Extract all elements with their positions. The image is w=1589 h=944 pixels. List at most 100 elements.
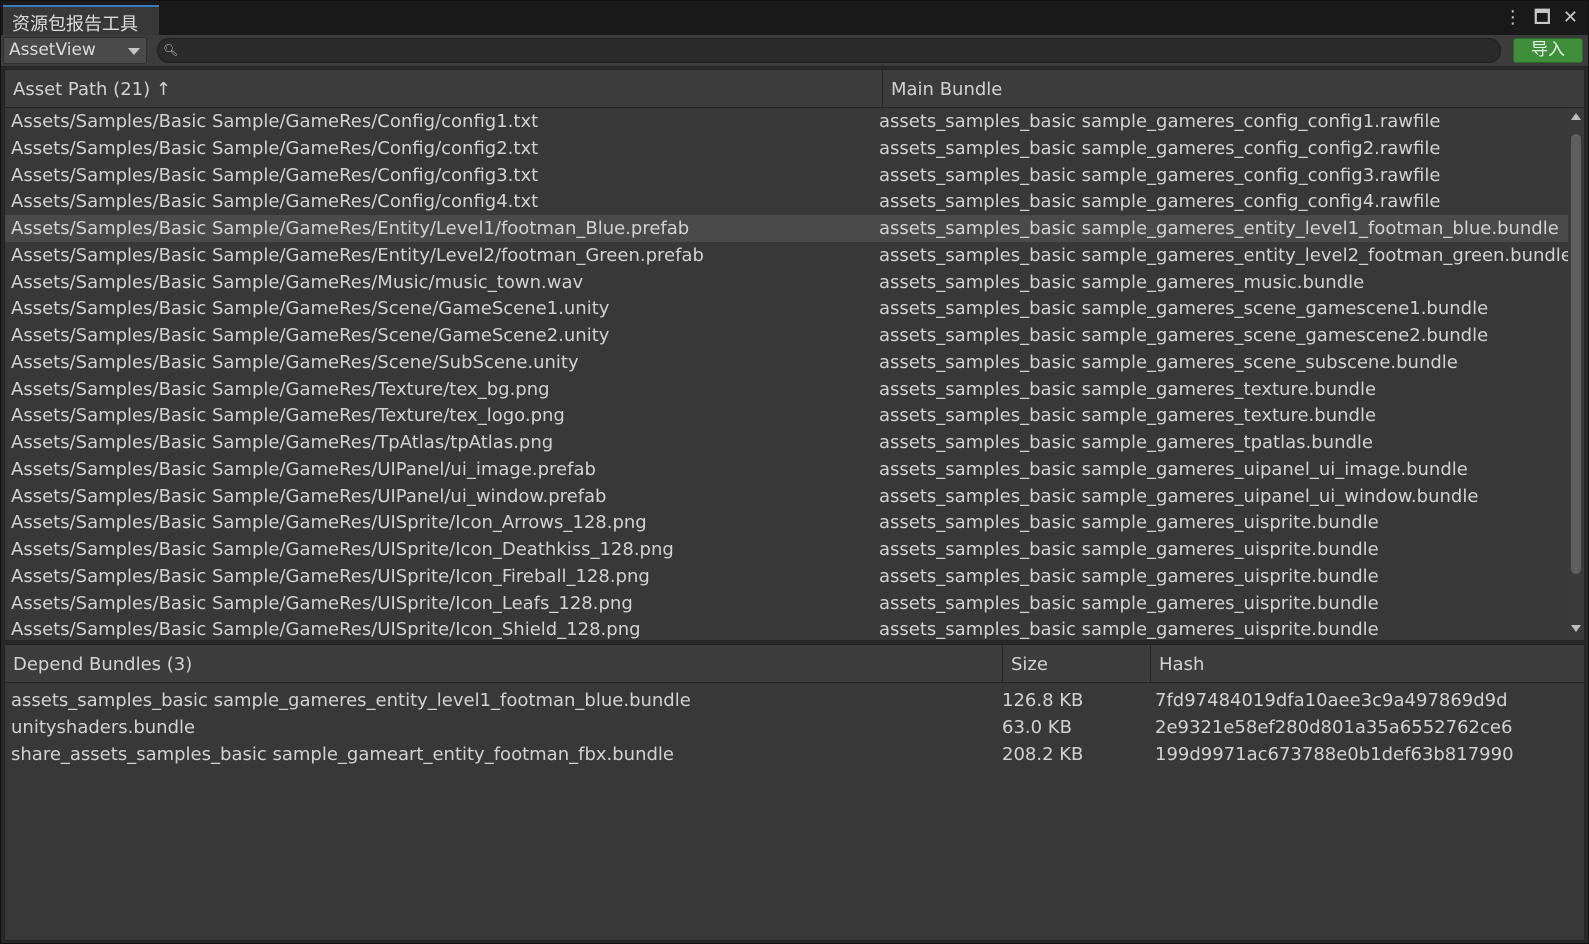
asset-row[interactable]: Assets/Samples/Basic Sample/GameRes/Enti… <box>5 242 1571 269</box>
asset-path-cell: Assets/Samples/Basic Sample/GameRes/UISp… <box>11 592 633 614</box>
depend-bundle-cell: unityshaders.bundle <box>11 716 196 738</box>
title-bar: 资源包报告工具 ⋮ 🗖 ✕ <box>1 1 1588 35</box>
scroll-up-arrow-icon[interactable] <box>1571 113 1581 120</box>
asset-path-cell: Assets/Samples/Basic Sample/GameRes/Musi… <box>11 271 584 293</box>
asset-row[interactable]: Assets/Samples/Basic Sample/GameRes/UIPa… <box>5 456 1571 483</box>
scroll-down-arrow-icon[interactable] <box>1571 625 1581 632</box>
asset-row[interactable]: Assets/Samples/Basic Sample/GameRes/Scen… <box>5 349 1571 376</box>
view-mode-value: AssetView <box>9 40 96 60</box>
main-bundle-cell: assets_samples_basic sample_gameres_musi… <box>879 271 1365 293</box>
depend-row[interactable]: unityshaders.bundle 63.0 KB 2e9321e58ef280… <box>5 714 1584 741</box>
main-bundle-cell: assets_samples_basic sample_gameres_conf… <box>879 111 1441 132</box>
main-bundle-cell: assets_samples_basic sample_gameres_conf… <box>879 191 1441 213</box>
asset-row[interactable]: Assets/Samples/Basic Sample/GameRes/Conf… <box>5 135 1571 162</box>
view-mode-dropdown[interactable]: AssetView <box>3 37 147 64</box>
main-bundle-cell: assets_samples_basic sample_gameres_scen… <box>879 351 1458 373</box>
size-cell: 208.2 KB <box>1002 743 1084 765</box>
asset-row[interactable]: Assets/Samples/Basic Sample/GameRes/UISp… <box>5 563 1571 590</box>
column-header-hash[interactable]: Hash <box>1151 645 1586 682</box>
size-cell: 126.8 KB <box>1002 690 1084 711</box>
hash-cell: 7fd97484019dfa10aee3c9a497869d9d <box>1155 690 1508 711</box>
window-tab[interactable]: 资源包报告工具 <box>3 5 159 35</box>
column-header-main-bundle[interactable]: Main Bundle <box>883 70 1586 107</box>
maximize-icon[interactable]: 🗖 <box>1534 8 1551 28</box>
asset-row[interactable]: Assets/Samples/Basic Sample/GameRes/Musi… <box>5 269 1571 296</box>
window-tab-title: 资源包报告工具 <box>12 14 138 35</box>
main-bundle-cell: assets_samples_basic sample_gameres_uisp… <box>879 512 1379 534</box>
close-icon[interactable]: ✕ <box>1563 8 1578 28</box>
column-header-size[interactable]: Size <box>1003 645 1151 682</box>
asset-path-cell: Assets/Samples/Basic Sample/GameRes/Conf… <box>11 137 539 159</box>
asset-row[interactable]: Assets/Samples/Basic Sample/GameRes/Conf… <box>5 188 1571 215</box>
asset-path-cell: Assets/Samples/Basic Sample/GameRes/UIPa… <box>11 485 607 507</box>
import-button[interactable]: 导入 <box>1513 38 1583 63</box>
main-bundle-cell: assets_samples_basic sample_gameres_conf… <box>879 164 1441 186</box>
search-field[interactable]: 🔍︎ <box>157 38 1501 63</box>
asset-path-cell: Assets/Samples/Basic Sample/GameRes/UISp… <box>11 512 647 534</box>
depend-bundles-table: Depend Bundles (3) Size Hash assets_samp… <box>4 644 1585 941</box>
asset-row[interactable]: Assets/Samples/Basic Sample/GameRes/UISp… <box>5 536 1571 563</box>
main-bundle-cell: assets_samples_basic sample_gameres_text… <box>879 405 1377 427</box>
depend-row[interactable]: assets_samples_basic sample_gameres_enti… <box>5 687 1584 714</box>
main-bundle-cell: assets_samples_basic sample_gameres_enti… <box>879 218 1559 239</box>
asset-path-cell: Assets/Samples/Basic Sample/GameRes/Text… <box>11 378 550 400</box>
asset-row[interactable]: Assets/Samples/Basic Sample/GameRes/Conf… <box>5 162 1571 189</box>
asset-path-cell: Assets/Samples/Basic Sample/GameRes/Conf… <box>11 164 539 186</box>
asset-path-cell: Assets/Samples/Basic Sample/GameRes/UISp… <box>11 539 674 560</box>
asset-row[interactable]: Assets/Samples/Basic Sample/GameRes/Scen… <box>5 322 1571 349</box>
asset-path-cell: Assets/Samples/Basic Sample/GameRes/Scen… <box>11 298 610 320</box>
asset-table: Asset Path (21) ↑ Main Bundle Assets/Sam… <box>4 69 1585 641</box>
more-options-icon[interactable]: ⋮ <box>1504 8 1522 28</box>
asset-row[interactable]: Assets/Samples/Basic Sample/GameRes/UISp… <box>5 509 1571 536</box>
asset-table-scrollbar[interactable] <box>1568 108 1584 640</box>
asset-path-cell: Assets/Samples/Basic Sample/GameRes/Enti… <box>11 218 690 239</box>
column-header-depend-bundles[interactable]: Depend Bundles (3) <box>5 645 1003 682</box>
depend-bundle-cell: share_assets_samples_basic sample_gamear… <box>11 743 674 765</box>
main-bundle-cell: assets_samples_basic sample_gameres_conf… <box>879 137 1441 159</box>
depend-table-header: Depend Bundles (3) Size Hash <box>5 645 1584 683</box>
asset-path-cell: Assets/Samples/Basic Sample/GameRes/UISp… <box>11 565 650 587</box>
depend-table-body: assets_samples_basic sample_gameres_enti… <box>5 683 1584 939</box>
main-bundle-cell: assets_samples_basic sample_gameres_uisp… <box>879 592 1379 614</box>
asset-path-cell: Assets/Samples/Basic Sample/GameRes/UIPa… <box>11 458 596 480</box>
asset-path-cell: Assets/Samples/Basic Sample/GameRes/Text… <box>11 405 565 427</box>
asset-row[interactable]: Assets/Samples/Basic Sample/GameRes/UISp… <box>5 616 1571 640</box>
asset-path-cell: Assets/Samples/Basic Sample/GameRes/Scen… <box>11 351 579 373</box>
main-bundle-cell: assets_samples_basic sample_gameres_uisp… <box>879 565 1379 587</box>
asset-path-cell: Assets/Samples/Basic Sample/GameRes/Scen… <box>11 325 610 346</box>
asset-path-cell: Assets/Samples/Basic Sample/GameRes/UISp… <box>11 619 641 640</box>
scroll-thumb[interactable] <box>1571 134 1581 574</box>
asset-row[interactable]: Assets/Samples/Basic Sample/GameRes/Text… <box>5 402 1571 429</box>
main-bundle-cell: assets_samples_basic sample_gameres_uisp… <box>879 619 1379 640</box>
depend-row[interactable]: share_assets_samples_basic sample_gamear… <box>5 741 1584 768</box>
main-bundle-cell: assets_samples_basic sample_gameres_uisp… <box>879 539 1379 560</box>
asset-row[interactable]: Assets/Samples/Basic Sample/GameRes/Enti… <box>5 215 1571 242</box>
asset-bundle-report-window: 资源包报告工具 ⋮ 🗖 ✕ AssetView 🔍︎ 导入 Asset Path… <box>0 0 1589 944</box>
hash-cell: 199d9971ac673788e0b1def63b817990 <box>1155 743 1514 765</box>
search-icon: 🔍︎ <box>163 43 179 57</box>
asset-path-cell: Assets/Samples/Basic Sample/GameRes/Enti… <box>11 244 704 266</box>
asset-row[interactable]: Assets/Samples/Basic Sample/GameRes/Conf… <box>5 108 1571 135</box>
asset-table-header: Asset Path (21) ↑ Main Bundle <box>5 70 1584 108</box>
column-header-asset-path[interactable]: Asset Path (21) ↑ <box>5 70 883 107</box>
main-bundle-cell: assets_samples_basic sample_gameres_tpat… <box>879 432 1373 453</box>
size-cell: 63.0 KB <box>1002 716 1072 738</box>
main-bundle-cell: assets_samples_basic sample_gameres_enti… <box>879 244 1569 266</box>
depend-bundle-cell: assets_samples_basic sample_gameres_enti… <box>11 690 691 711</box>
asset-row[interactable]: Assets/Samples/Basic Sample/GameRes/UISp… <box>5 590 1571 617</box>
asset-table-body: Assets/Samples/Basic Sample/GameRes/Conf… <box>5 108 1571 640</box>
asset-path-cell: Assets/Samples/Basic Sample/GameRes/TpAt… <box>11 432 554 453</box>
asset-row[interactable]: Assets/Samples/Basic Sample/GameRes/Scen… <box>5 295 1571 322</box>
main-bundle-cell: assets_samples_basic sample_gameres_uipa… <box>879 485 1479 507</box>
main-bundle-cell: assets_samples_basic sample_gameres_uipa… <box>879 458 1468 480</box>
main-bundle-cell: assets_samples_basic sample_gameres_text… <box>879 378 1377 400</box>
toolbar: AssetView 🔍︎ 导入 <box>1 35 1588 67</box>
hash-cell: 2e9321e58ef280d801a35a6552762ce6 <box>1155 716 1513 738</box>
dropdown-arrow-icon <box>128 48 140 55</box>
asset-row[interactable]: Assets/Samples/Basic Sample/GameRes/UIPa… <box>5 483 1571 510</box>
asset-path-cell: Assets/Samples/Basic Sample/GameRes/Conf… <box>11 191 539 213</box>
asset-row[interactable]: Assets/Samples/Basic Sample/GameRes/TpAt… <box>5 429 1571 456</box>
asset-row[interactable]: Assets/Samples/Basic Sample/GameRes/Text… <box>5 376 1571 403</box>
window-controls: ⋮ 🗖 ✕ <box>1504 8 1578 28</box>
main-bundle-cell: assets_samples_basic sample_gameres_scen… <box>879 325 1489 346</box>
